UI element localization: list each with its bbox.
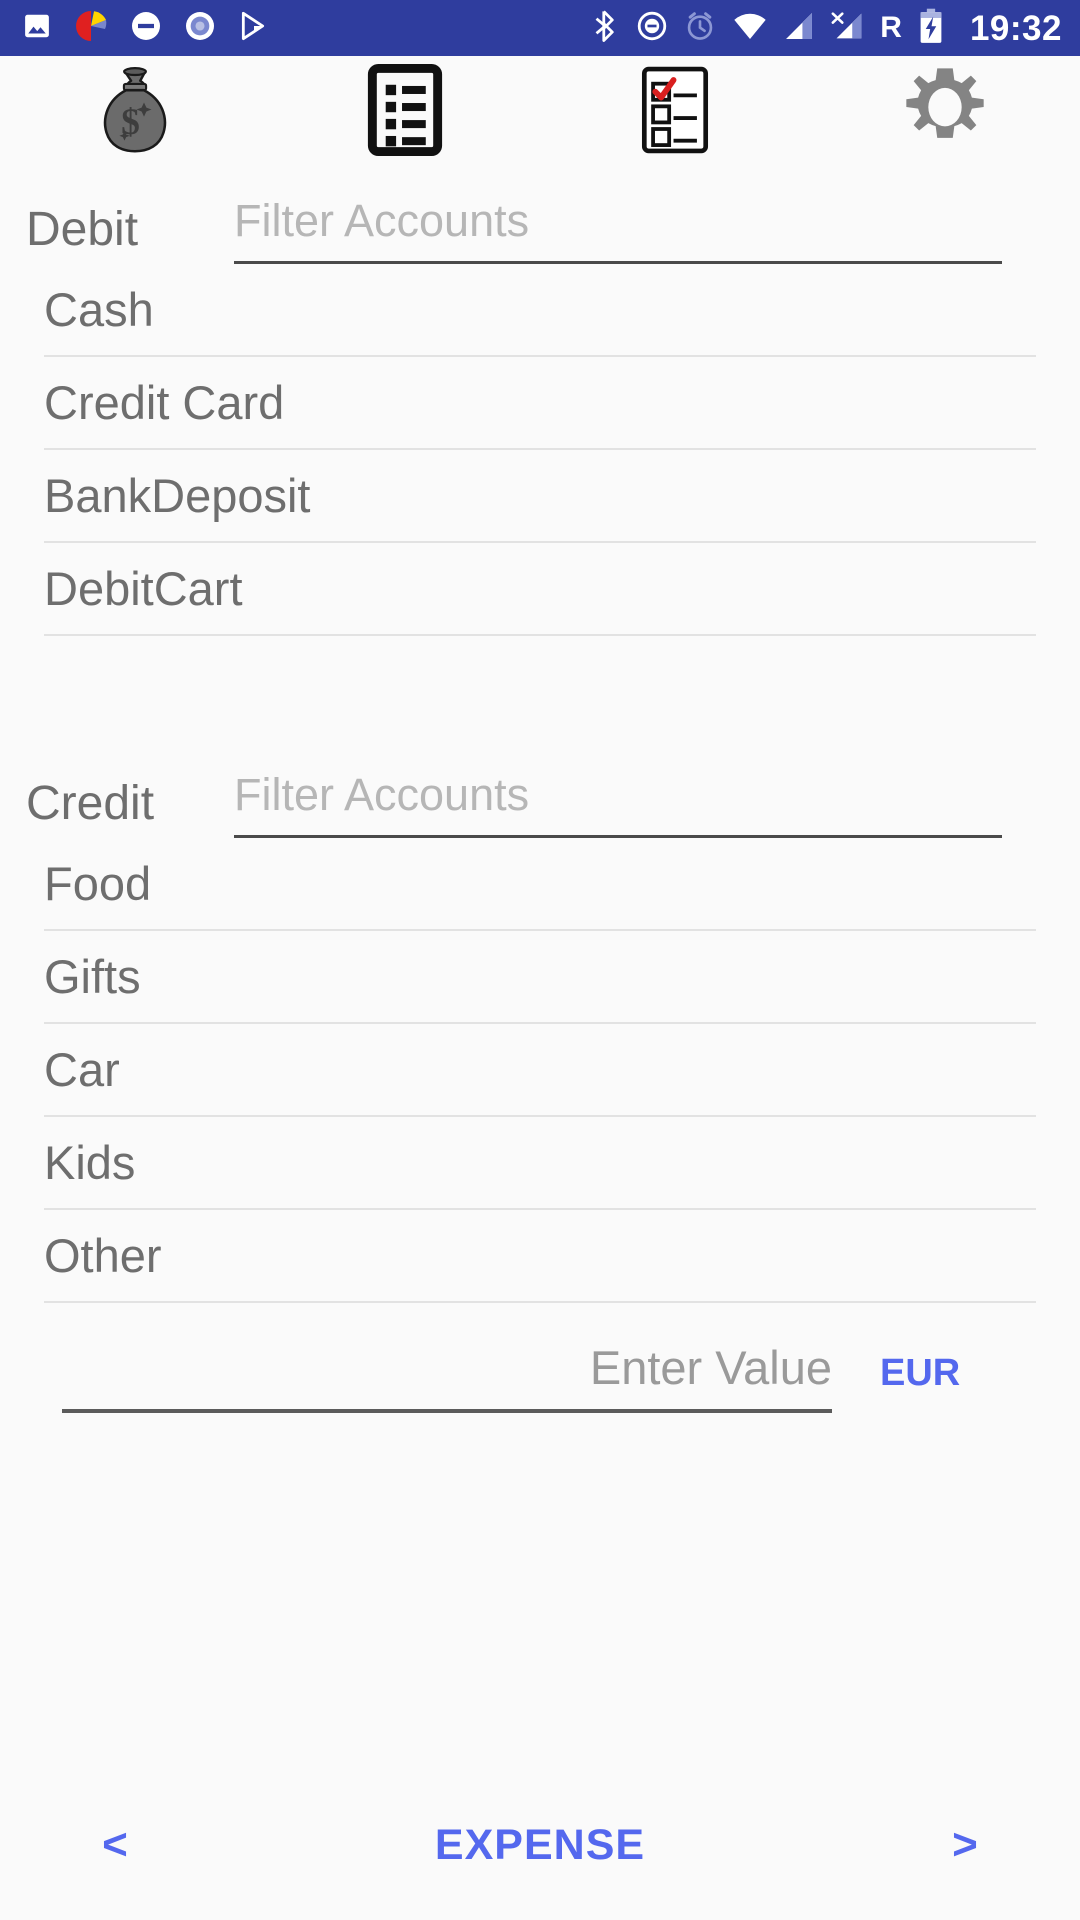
list-item[interactable]: Car — [44, 1024, 1036, 1117]
list-item[interactable]: DebitCart — [44, 543, 1036, 636]
status-bar-notification-icons — [22, 9, 270, 48]
alarm-clock-icon — [684, 10, 716, 47]
status-bar-clock: 19:32 — [969, 8, 1062, 48]
cellular-no-sim-icon — [830, 11, 864, 46]
list-document-icon — [366, 63, 444, 161]
list-item[interactable]: Gifts — [44, 931, 1036, 1024]
credit-label: Credit — [26, 777, 155, 830]
next-type-button[interactable]: > — [850, 1820, 1080, 1870]
toolbar-item-transactions-list[interactable] — [270, 56, 540, 168]
main-content: Debit Cash Credit Card BankDeposit Debit… — [0, 168, 1080, 1770]
credit-filter-input[interactable] — [234, 769, 1002, 821]
list-item[interactable]: BankDeposit — [44, 450, 1036, 543]
list-item[interactable]: Kids — [44, 1117, 1036, 1210]
gear-icon — [899, 64, 991, 161]
amount-input[interactable] — [62, 1340, 832, 1395]
credit-account-list: Food Gifts Car Kids Other — [0, 838, 1080, 1303]
pie-chart-app-icon — [74, 9, 108, 48]
bluetooth-icon — [590, 9, 620, 48]
do-not-disturb-icon — [130, 10, 162, 47]
debit-section: Debit Cash Credit Card BankDeposit Debit… — [0, 168, 1080, 742]
amount-row: EUR — [0, 1303, 1080, 1413]
debit-filter-field[interactable] — [234, 195, 1002, 264]
checklist-icon — [637, 64, 713, 161]
debit-account-list: Cash Credit Card BankDeposit DebitCart — [0, 264, 1080, 636]
credit-filter-field[interactable] — [234, 769, 1002, 838]
toolbar-item-settings[interactable] — [810, 56, 1080, 168]
list-item[interactable]: Credit Card — [44, 357, 1036, 450]
list-item[interactable]: Food — [44, 838, 1036, 931]
play-store-icon — [238, 10, 270, 47]
do-not-disturb-icon — [636, 10, 668, 47]
debit-section-spacer — [0, 636, 1080, 742]
toolbar-item-checklist[interactable] — [540, 56, 810, 168]
amount-field[interactable] — [62, 1340, 832, 1413]
credit-section: Credit Food Gifts Car Kids Other — [0, 742, 1080, 1303]
prev-type-button[interactable]: < — [0, 1820, 230, 1870]
battery-charging-icon — [918, 8, 944, 49]
list-item[interactable]: Other — [44, 1210, 1036, 1303]
list-item[interactable]: Cash — [44, 264, 1036, 357]
debit-filter-input[interactable] — [234, 195, 1002, 247]
debit-filter-row: Debit — [0, 168, 1080, 264]
record-circle-icon — [184, 10, 216, 47]
toolbar-item-money-bag[interactable]: $ — [0, 56, 270, 168]
image-icon — [22, 11, 52, 46]
cellular-signal-icon — [784, 11, 814, 46]
status-bar: R 19:32 — [0, 0, 1080, 56]
money-bag-icon: $ — [87, 62, 183, 163]
transaction-type-label[interactable]: EXPENSE — [230, 1821, 850, 1870]
bottom-navigation: < EXPENSE > — [0, 1770, 1080, 1920]
currency-selector[interactable]: EUR — [880, 1352, 960, 1413]
debit-label: Debit — [26, 203, 139, 256]
wifi-icon — [732, 11, 768, 46]
app-toolbar: $ — [0, 56, 1080, 168]
roaming-indicator: R — [880, 11, 902, 44]
credit-filter-row: Credit — [0, 742, 1080, 838]
status-bar-system-icons: R 19:32 — [590, 8, 1062, 49]
